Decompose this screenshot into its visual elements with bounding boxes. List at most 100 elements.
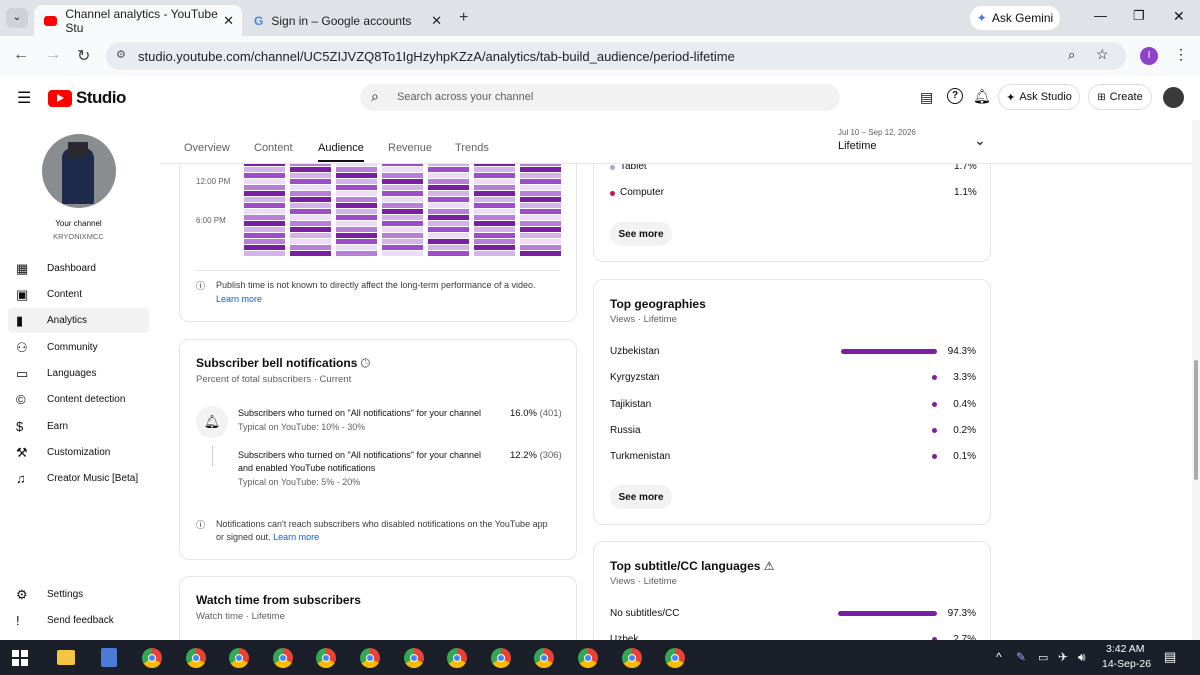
- sidebar-item-languages[interactable]: ▭ Languages: [8, 361, 149, 386]
- tab-channel-analytics[interactable]: Channel analytics - YouTube Stu ✕: [34, 5, 242, 36]
- chrome-app-icon[interactable]: [272, 648, 293, 668]
- sidebar-item-analytics[interactable]: ▮ Analytics: [8, 308, 149, 333]
- sidebar-item-settings[interactable]: ⚙ Settings: [8, 582, 149, 607]
- account-avatar[interactable]: [1163, 87, 1184, 108]
- sidebar-item-creator-music[interactable]: ♫ Creator Music [Beta]: [8, 466, 149, 491]
- url-text: studio.youtube.com/channel/UC5ZIJVZQ8To1…: [138, 49, 735, 64]
- scrollbar-thumb[interactable]: [1194, 360, 1198, 480]
- heatmap-cell: [520, 215, 561, 220]
- channel-search-input[interactable]: ⌕ Search across your channel: [360, 84, 840, 111]
- heatmap-cell: [382, 167, 423, 172]
- heatmap-cell: [244, 203, 285, 208]
- clock-time[interactable]: 3:42 AM: [1106, 643, 1145, 655]
- tab-revenue[interactable]: Revenue: [388, 142, 432, 154]
- tray-chevron-icon[interactable]: ^: [996, 650, 1002, 664]
- period-selector[interactable]: Jul 10 – Sep 12, 2026 Lifetime ⌄: [838, 128, 990, 158]
- minimize-icon[interactable]: —: [1094, 8, 1107, 23]
- heatmap-cell: [290, 221, 331, 226]
- chevron-down-icon: ⌄: [974, 132, 986, 148]
- sidebar-item-content[interactable]: ▣ Content: [8, 282, 149, 307]
- heatmap-cell: [336, 179, 377, 184]
- close-tab-icon[interactable]: ✕: [431, 13, 442, 29]
- learn-more-link[interactable]: Learn more: [216, 294, 262, 304]
- close-tab-icon[interactable]: ✕: [223, 13, 234, 29]
- chrome-app-icon[interactable]: [621, 648, 642, 668]
- chrome-app-icon[interactable]: [490, 648, 511, 668]
- tab-audience[interactable]: Audience: [318, 142, 364, 162]
- chrome-app-icon[interactable]: [578, 648, 598, 668]
- profile-avatar[interactable]: I: [1140, 47, 1158, 65]
- restore-icon[interactable]: ❐: [1133, 8, 1145, 24]
- bell-card-subtitle: Percent of total subscribers · Current: [196, 374, 352, 385]
- ask-gemini-button[interactable]: ✦ Ask Gemini: [970, 6, 1060, 30]
- heatmap-cell: [520, 167, 561, 172]
- network-icon[interactable]: ✈: [1058, 650, 1068, 664]
- see-more-button[interactable]: See more: [610, 485, 672, 509]
- sidebar-item-content-detection[interactable]: © Content detection: [8, 387, 149, 412]
- bell-note: Notifications can't reach subscribers wh…: [216, 519, 548, 529]
- tab-trends[interactable]: Trends: [455, 142, 489, 154]
- site-settings-icon[interactable]: ⚙: [116, 48, 126, 61]
- clock-date[interactable]: 14-Sep-26: [1102, 658, 1151, 670]
- browser-menu-icon[interactable]: ⋮: [1174, 46, 1188, 63]
- heatmap-cell: [336, 191, 377, 196]
- heatmap-cell: [428, 203, 469, 208]
- tab-google-signin[interactable]: G Sign in – Google accounts ✕: [244, 5, 450, 36]
- sidebar-item-customization[interactable]: ⚒ Customization: [8, 440, 149, 465]
- sidebar-item-feedback[interactable]: ! Send feedback: [8, 608, 149, 633]
- heatmap-cell: [382, 221, 423, 226]
- zoom-icon[interactable]: ⌕: [1068, 47, 1075, 63]
- battery-icon[interactable]: ▭: [1038, 651, 1048, 664]
- tab-content[interactable]: Content: [254, 142, 293, 154]
- heatmap-divider: [196, 270, 560, 271]
- subtitles-icon[interactable]: ▤: [920, 89, 933, 106]
- forward-icon[interactable]: →: [45, 46, 61, 64]
- reload-icon[interactable]: ↻: [77, 46, 90, 66]
- heatmap-cell: [336, 185, 377, 190]
- notification-center-icon[interactable]: ▤: [1164, 649, 1176, 665]
- help-icon[interactable]: ?: [947, 88, 963, 104]
- windows-start-icon[interactable]: [12, 650, 28, 666]
- bookmark-star-icon[interactable]: ☆: [1096, 46, 1109, 63]
- sidebar-item-earn[interactable]: $ Earn: [8, 414, 149, 439]
- geo-row-value: 0.4%: [953, 398, 976, 410]
- calculator-icon[interactable]: [101, 648, 117, 667]
- volume-icon[interactable]: 🔊︎: [1078, 650, 1086, 665]
- create-button[interactable]: ⊞ Create: [1088, 84, 1152, 110]
- close-window-icon[interactable]: ✕: [1173, 8, 1185, 25]
- browser-tab-bar: ⌄ Channel analytics - YouTube Stu ✕ G Si…: [0, 0, 1200, 36]
- file-explorer-icon[interactable]: [57, 650, 75, 665]
- heatmap-cell: [428, 197, 469, 202]
- pen-icon[interactable]: ✎: [1016, 650, 1026, 664]
- heatmap-cell: [428, 239, 469, 244]
- back-icon[interactable]: ←: [13, 46, 29, 64]
- studio-logo[interactable]: Studio: [48, 88, 126, 108]
- new-tab-icon[interactable]: +: [459, 9, 468, 27]
- address-bar[interactable]: ⚙ studio.youtube.com/channel/UC5ZIJVZQ8T…: [106, 42, 1126, 70]
- hamburger-menu-icon[interactable]: ☰: [17, 88, 31, 108]
- sparkle-icon: ✦: [1006, 91, 1016, 104]
- tab-overview[interactable]: Overview: [184, 142, 230, 154]
- chrome-app-icon[interactable]: [185, 648, 206, 668]
- chrome-app-icon[interactable]: [403, 648, 424, 668]
- tab-search-button[interactable]: ⌄: [6, 8, 28, 28]
- notifications-icon[interactable]: 🔔︎: [973, 88, 991, 105]
- heatmap-cell: [336, 203, 377, 208]
- chrome-app-icon[interactable]: [142, 648, 162, 668]
- ask-studio-button[interactable]: ✦ Ask Studio: [998, 84, 1080, 110]
- heatmap-cell: [290, 179, 331, 184]
- learn-more-link[interactable]: Learn more: [273, 532, 319, 542]
- see-more-button[interactable]: See more: [610, 222, 672, 246]
- geo-row-value: 0.2%: [953, 424, 976, 436]
- heatmap-cell: [244, 245, 285, 250]
- sidebar-item-dashboard[interactable]: ▦ Dashboard: [8, 256, 149, 281]
- tree-connector: [212, 446, 220, 466]
- channel-avatar[interactable]: [42, 134, 116, 208]
- bell-note-cont: or signed out. Learn more: [216, 532, 320, 542]
- heatmap-cell: [336, 164, 377, 166]
- chrome-app-icon[interactable]: [360, 648, 380, 668]
- heatmap-cell: [382, 173, 423, 178]
- sidebar-item-community[interactable]: ⚇ Community: [8, 335, 149, 360]
- heatmap-cell: [474, 245, 515, 250]
- heatmap-cell: [428, 164, 469, 166]
